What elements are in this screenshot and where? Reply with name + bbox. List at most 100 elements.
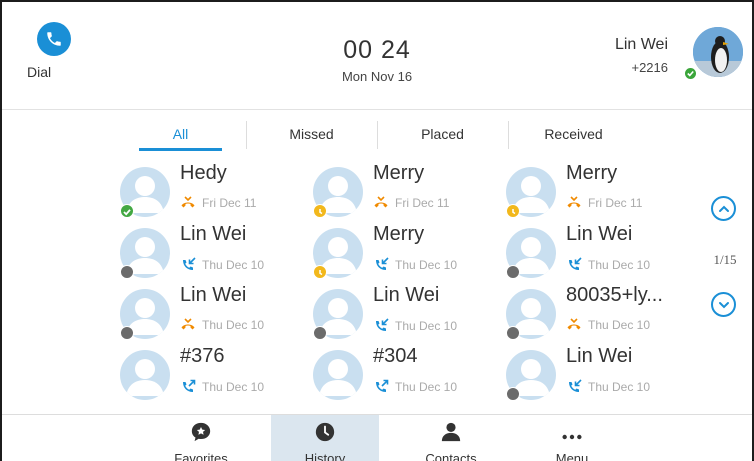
person-icon bbox=[441, 422, 461, 442]
presence-offline-badge bbox=[313, 326, 327, 340]
nav-contacts-label: Contacts bbox=[425, 451, 477, 461]
account-avatar[interactable] bbox=[693, 27, 743, 77]
entry-date: Thu Dec 10 bbox=[588, 258, 651, 272]
presence-offline-badge bbox=[506, 326, 520, 340]
history-entry[interactable]: Merry Fri Dec 11 bbox=[506, 162, 696, 222]
presence-offline-badge bbox=[120, 265, 134, 279]
received-call-icon bbox=[566, 379, 582, 395]
chevron-down-icon bbox=[718, 301, 729, 308]
placed-call-icon bbox=[373, 379, 389, 395]
more-dots-icon bbox=[562, 434, 582, 440]
presence-away-badge bbox=[313, 204, 327, 218]
history-entry[interactable]: 80035+ly... Thu Dec 10 bbox=[506, 284, 696, 344]
account-info[interactable]: Lin Wei +2216 bbox=[615, 36, 668, 75]
chevron-up-icon bbox=[718, 205, 729, 212]
placed-call-icon bbox=[180, 379, 196, 395]
star-bubble-icon bbox=[191, 422, 211, 442]
entry-detail: Thu Dec 10 bbox=[180, 379, 264, 395]
nav-history-label: History bbox=[304, 451, 346, 461]
missed-call-icon bbox=[566, 318, 582, 332]
clock-icon bbox=[315, 422, 335, 442]
nav-history[interactable]: History bbox=[271, 415, 379, 461]
tab-placed[interactable]: Placed bbox=[377, 121, 508, 151]
history-entry[interactable]: Lin Wei Thu Dec 10 bbox=[506, 223, 696, 283]
history-entry[interactable]: Lin Wei Thu Dec 10 bbox=[506, 345, 696, 405]
presence-offline-badge bbox=[506, 265, 520, 279]
history-entry[interactable]: Lin Wei Thu Dec 10 bbox=[120, 223, 310, 283]
entry-date: Thu Dec 10 bbox=[395, 258, 458, 272]
history-entry[interactable]: #376 Thu Dec 10 bbox=[120, 345, 310, 405]
page-up-button[interactable] bbox=[711, 196, 736, 221]
nav-favorites-label: Favorites bbox=[174, 451, 228, 461]
entry-date: Thu Dec 10 bbox=[395, 319, 458, 333]
entry-date: Thu Dec 10 bbox=[202, 318, 265, 332]
missed-call-icon bbox=[373, 196, 389, 210]
bottom-nav: Favorites History Contacts Menu bbox=[2, 414, 752, 461]
entry-detail: Thu Dec 10 bbox=[566, 257, 650, 273]
history-entry[interactable]: Lin Wei Thu Dec 10 bbox=[120, 284, 310, 344]
tab-all[interactable]: All bbox=[115, 121, 246, 151]
entry-name: Lin Wei bbox=[180, 223, 247, 245]
tab-received[interactable]: Received bbox=[508, 121, 639, 151]
entry-detail: Fri Dec 11 bbox=[566, 196, 642, 210]
history-entry[interactable]: Hedy Fri Dec 11 bbox=[120, 162, 310, 222]
entry-date: Thu Dec 10 bbox=[588, 380, 651, 394]
entry-detail: Thu Dec 10 bbox=[373, 257, 457, 273]
entry-detail: Thu Dec 10 bbox=[180, 257, 264, 273]
entry-name: Merry bbox=[373, 162, 425, 184]
account-presence-badge bbox=[684, 67, 697, 80]
entry-detail: Fri Dec 11 bbox=[373, 196, 449, 210]
history-entry[interactable]: Merry Fri Dec 11 bbox=[313, 162, 503, 222]
page-down-button[interactable] bbox=[711, 292, 736, 317]
presence-offline-badge bbox=[506, 387, 520, 401]
entry-date: Fri Dec 11 bbox=[588, 196, 643, 210]
tab-missed[interactable]: Missed bbox=[246, 121, 377, 151]
nav-menu[interactable]: Menu bbox=[518, 415, 626, 461]
phone-screen: Dial 00 24 Mon Nov 16 Lin Wei +2216 All … bbox=[0, 0, 754, 461]
entry-date: Fri Dec 11 bbox=[202, 196, 257, 210]
entry-detail: Thu Dec 10 bbox=[566, 379, 650, 395]
history-entry[interactable]: Lin Wei Thu Dec 10 bbox=[313, 284, 503, 344]
entry-name: Lin Wei bbox=[180, 284, 247, 306]
presence-offline-badge bbox=[120, 326, 134, 340]
entry-date: Thu Dec 10 bbox=[395, 380, 458, 394]
missed-call-icon bbox=[180, 318, 196, 332]
entry-name: Lin Wei bbox=[566, 223, 633, 245]
received-call-icon bbox=[373, 257, 389, 273]
entry-detail: Thu Dec 10 bbox=[180, 318, 264, 332]
entry-detail: Thu Dec 10 bbox=[373, 318, 457, 334]
history-entry[interactable]: #304 Thu Dec 10 bbox=[313, 345, 503, 405]
account-name: Lin Wei bbox=[614, 36, 668, 53]
history-entry[interactable]: Merry Thu Dec 10 bbox=[313, 223, 503, 283]
missed-call-icon bbox=[566, 196, 582, 210]
contact-avatar bbox=[120, 350, 170, 400]
entry-detail: Thu Dec 10 bbox=[566, 318, 650, 332]
entry-name: #304 bbox=[373, 345, 418, 367]
presence-online-badge bbox=[120, 204, 134, 218]
presence-away-badge bbox=[506, 204, 520, 218]
entry-date: Fri Dec 11 bbox=[395, 196, 450, 210]
entry-name: #376 bbox=[180, 345, 225, 367]
nav-menu-label: Menu bbox=[555, 451, 589, 461]
history-tabs: All Missed Placed Received bbox=[115, 121, 639, 151]
nav-contacts[interactable]: Contacts bbox=[397, 415, 505, 461]
entry-detail: Fri Dec 11 bbox=[180, 196, 256, 210]
entry-date: Thu Dec 10 bbox=[202, 380, 265, 394]
entry-detail: Thu Dec 10 bbox=[373, 379, 457, 395]
entry-date: Thu Dec 10 bbox=[202, 258, 265, 272]
page-indicator: 1/15 bbox=[713, 252, 737, 267]
entry-name: Merry bbox=[373, 223, 425, 245]
nav-favorites[interactable]: Favorites bbox=[147, 415, 255, 461]
entry-date: Thu Dec 10 bbox=[588, 318, 651, 332]
entry-name: Lin Wei bbox=[373, 284, 440, 306]
status-header: Dial 00 24 Mon Nov 16 Lin Wei +2216 bbox=[2, 2, 752, 110]
presence-away-badge bbox=[313, 265, 327, 279]
entry-name: Hedy bbox=[180, 162, 227, 184]
entry-name: 80035+ly... bbox=[566, 284, 663, 306]
account-number: +2216 bbox=[631, 60, 668, 75]
received-call-icon bbox=[180, 257, 196, 273]
entry-name: Lin Wei bbox=[566, 345, 633, 367]
received-call-icon bbox=[373, 318, 389, 334]
received-call-icon bbox=[566, 257, 582, 273]
entry-name: Merry bbox=[566, 162, 618, 184]
